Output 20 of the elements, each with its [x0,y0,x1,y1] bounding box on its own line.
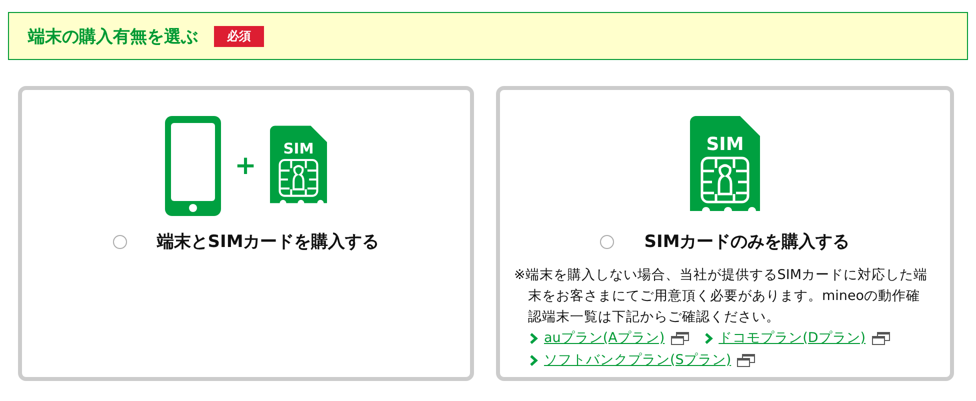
plan-link[interactable]: ドコモプラン(Dプラン) [718,328,866,348]
option-label[interactable]: SIMカードのみを購入する [644,230,850,253]
plan-link[interactable]: ソフトバンクプラン(Sプラン) [544,350,732,370]
section-title: 端末の購入有無を選ぶ [28,26,198,48]
chevron-icon [704,332,713,344]
option-label[interactable]: 端末とSIMカードを購入する [156,230,380,253]
new-window-icon [670,332,689,344]
required-badge: 必須 [214,26,264,46]
plus-sign: + [234,151,256,181]
smartphone-icon [164,116,221,216]
radio-button[interactable] [112,234,127,248]
chevron-icon [530,332,538,344]
chevron-icon [530,354,538,366]
plan-link[interactable]: auプラン(Aプラン) [544,328,665,348]
note-text: ※端末を購入しない場合、当社が提供するSIMカードに対応した端末をお客さまにてご用意頂く必要があります。mineoの動作確認端末一覧は下記からご確認ください。 [514,266,929,327]
option-card[interactable]: + SIM 端末とSIMカードを購入する [18,86,474,381]
option-card[interactable]: SIM SIMカードのみを購入する ※端末を購入しない場合、当社が提供するSIMカードに対応した端末をお客さまにてご用意頂く必要があります。mineoの動作確認端末一覧は下記からご確認ください。 auプラン(Aプラン) ドコモプラン(Dプラン) ソフトバンクプラン(Sプラン) [496,86,954,381]
new-window-icon [737,354,756,366]
radio-button[interactable] [600,234,614,248]
new-window-icon [872,332,890,344]
